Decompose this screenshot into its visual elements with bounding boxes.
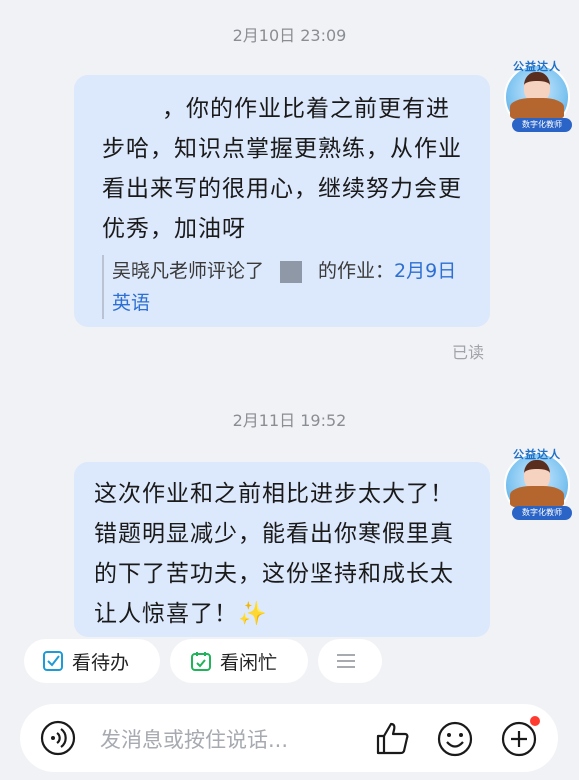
avatar-badge-top: 公益达人 bbox=[513, 60, 561, 73]
redacted-name bbox=[102, 97, 162, 122]
quote-suffix: 的作业： bbox=[318, 260, 395, 282]
quote-prefix: 吴晓凡老师评论了 bbox=[112, 260, 265, 282]
message-composer: 发消息或按住说话... bbox=[20, 704, 558, 772]
view-availability-button[interactable]: 看闲忙 bbox=[170, 639, 308, 683]
avatar-badge-bottom: 数字化教师 bbox=[512, 118, 572, 132]
message-input[interactable]: 发消息或按住说话... bbox=[100, 724, 288, 754]
message-timestamp: 2月10日 23:09 bbox=[232, 26, 347, 45]
view-todo-label: 看待办 bbox=[72, 651, 130, 674]
message-bubble[interactable]: ，你的作业比着之前更有进步哈，知识点掌握更熟练，从作业看出来写的很用心，继续努力… bbox=[74, 75, 490, 327]
emoji-icon[interactable] bbox=[436, 720, 474, 758]
quick-actions-bar: 看待办 看闲忙 bbox=[0, 637, 579, 689]
voice-input-icon[interactable] bbox=[40, 720, 76, 756]
redacted-student-name bbox=[280, 260, 303, 283]
sender-avatar[interactable]: 公益达人 数字化教师 bbox=[500, 446, 574, 522]
thumbs-up-icon[interactable] bbox=[374, 720, 412, 758]
avatar-badge-bottom: 数字化教师 bbox=[512, 506, 572, 520]
sender-avatar[interactable]: 公益达人 数字化教师 bbox=[500, 58, 574, 134]
view-todo-button[interactable]: 看待办 bbox=[24, 639, 160, 683]
notification-dot bbox=[530, 716, 540, 726]
message-timestamp: 2月11日 19:52 bbox=[232, 411, 347, 430]
checklist-icon bbox=[43, 651, 63, 671]
quoted-reference[interactable]: 吴晓凡老师评论了 的作业：2月9日英语 bbox=[102, 255, 472, 319]
sparkle-emoji: ✨ bbox=[238, 601, 268, 627]
calendar-check-icon bbox=[191, 652, 211, 671]
message-bubble[interactable]: 这次作业和之前相比进步太大了！错题明显减少，能看出你寒假里真的下了苦功夫，这份坚… bbox=[74, 462, 490, 637]
message-text: 这次作业和之前相比进步太大了！错题明显减少，能看出你寒假里真的下了苦功夫，这份坚… bbox=[94, 481, 454, 627]
view-availability-label: 看闲忙 bbox=[220, 651, 278, 674]
read-status: 已读 bbox=[452, 343, 485, 362]
more-actions-button[interactable] bbox=[318, 639, 382, 683]
menu-icon bbox=[337, 654, 355, 668]
avatar-badge-top: 公益达人 bbox=[513, 448, 561, 461]
